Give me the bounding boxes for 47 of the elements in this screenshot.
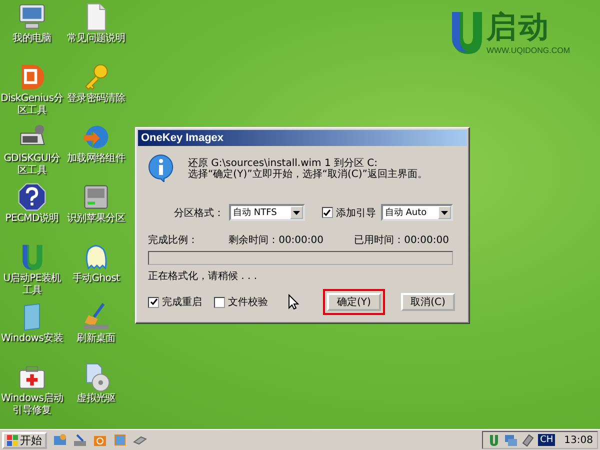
desktop-icon-label[interactable]: Windows安装 xyxy=(0,333,64,345)
message-text: 还原 G:\sources\install.wim 1 到分区 C: xyxy=(188,158,379,169)
message-text: 选择“确定(Y)”立即开始，选择“取消(C)”返回主界面。 xyxy=(188,169,428,180)
desktop-icon-label[interactable]: U启动PE装机工具 xyxy=(0,273,64,297)
checkbox[interactable] xyxy=(322,207,333,218)
u-logo-icon xyxy=(450,10,484,56)
ok-button[interactable]: 确定(Y) xyxy=(327,293,381,311)
format-dropdown[interactable]: 自动 NTFS xyxy=(229,204,305,221)
restart-label: 完成重启 xyxy=(162,296,202,309)
device-icon[interactable] xyxy=(521,433,536,447)
desktop-icon-label[interactable]: 加载网络组件 xyxy=(64,153,128,165)
broom-icon[interactable] xyxy=(73,433,87,447)
checkbox[interactable] xyxy=(214,296,225,308)
desktop-icon-label[interactable]: 识别苹果分区 xyxy=(64,213,128,225)
verify-label: 文件校验 xyxy=(228,296,268,309)
remaining-time-text: 剩余时间：00:00:00 xyxy=(228,234,324,247)
start-button[interactable]: 开始 xyxy=(2,432,47,448)
desktop-icon-label[interactable]: 我的电脑 xyxy=(0,33,64,45)
help-icon xyxy=(17,182,47,212)
info-icon xyxy=(148,154,174,182)
checkbox[interactable] xyxy=(148,296,159,308)
add-boot-label: 添加引导 xyxy=(336,206,376,220)
input-language-indicator[interactable]: CH xyxy=(538,434,556,446)
logo-brand-text: 启动 xyxy=(486,10,550,46)
folder-icon[interactable] xyxy=(93,433,107,447)
elapsed-time-text: 已用时间：00:00:00 xyxy=(354,234,449,247)
boot-dropdown[interactable]: 自动 Auto xyxy=(380,204,454,221)
dialog-title: OneKey Imagex xyxy=(138,130,467,146)
format-label: 分区格式： xyxy=(174,206,224,220)
desktop-icon-label[interactable]: DiskGenius分区工具 xyxy=(0,93,64,117)
mouse-cursor-icon xyxy=(288,294,299,310)
broom-icon xyxy=(81,302,111,332)
windows-logo-icon xyxy=(7,434,18,446)
desktop-icon-label[interactable]: 虚拟光驱 xyxy=(64,393,128,405)
logo-url-text: WWW.UQIDONG.COM xyxy=(486,46,570,55)
network-icon[interactable] xyxy=(504,433,518,447)
clock-text: 13:08 xyxy=(564,434,593,446)
desktop-icon-label[interactable]: 手动Ghost xyxy=(64,273,128,285)
cancel-button[interactable]: 取消(C) xyxy=(401,293,455,311)
desktop-icon-label[interactable]: GDISKGUI分区工具 xyxy=(0,153,64,177)
desktop-icon-label[interactable]: PECMD说明 xyxy=(0,213,64,225)
desktop-icon-label[interactable]: 常见问题说明 xyxy=(64,33,128,45)
status-text: 正在格式化，请稍候 . . . xyxy=(148,270,258,283)
progress-label: 完成比例： xyxy=(148,234,198,247)
desktop-icon-label[interactable]: 刷新桌面 xyxy=(64,333,128,345)
desktop-icon-label[interactable]: 登录密码清除 xyxy=(64,93,128,105)
desktop-icon-label[interactable]: Windows启动引导修复 xyxy=(0,393,64,417)
